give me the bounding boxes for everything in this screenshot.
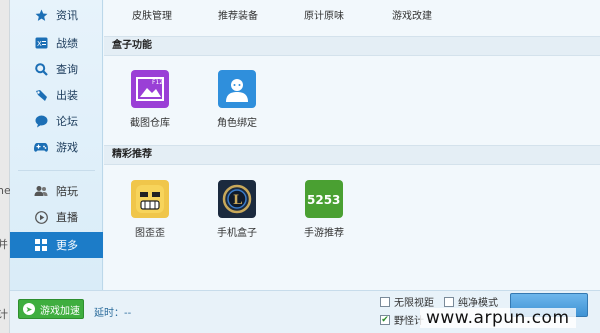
pure-mode-checkbox[interactable]: 纯净模式 bbox=[444, 294, 498, 309]
game-accelerate-button[interactable]: ➤ 游戏加速 bbox=[18, 299, 84, 319]
play-icon bbox=[34, 210, 48, 224]
checkbox-box[interactable] bbox=[380, 296, 390, 307]
grid-icon bbox=[34, 238, 48, 252]
tile-role-binding[interactable]: 角色绑定 bbox=[207, 70, 267, 129]
sidebar-item-companion[interactable]: 陪玩 bbox=[10, 178, 103, 204]
sidebar-item-build[interactable]: 出装 bbox=[10, 82, 103, 108]
checkbox-label: 纯净模式 bbox=[458, 298, 498, 309]
sidebar-item-label: 查询 bbox=[56, 63, 78, 76]
tile-label: 图歪歪 bbox=[135, 228, 165, 239]
sidebar-item-forum[interactable]: 论坛 bbox=[10, 108, 103, 134]
lol-logo-icon: L bbox=[218, 180, 256, 218]
tile-screenshot-gallery[interactable]: F12 截图仓库 bbox=[120, 70, 180, 129]
sidebar-item-label: 资讯 bbox=[56, 9, 78, 22]
checkbox-label: 无限视距 bbox=[394, 298, 434, 309]
sidebar-divider bbox=[18, 170, 95, 171]
checkbox-box[interactable] bbox=[444, 296, 454, 307]
funny-face-icon bbox=[131, 180, 169, 218]
sidebar-item-label: 直播 bbox=[56, 211, 78, 224]
gamepad-icon bbox=[34, 140, 48, 154]
tool-links-row: 皮肤管理 推荐装备 原计原味 游戏改建 bbox=[104, 0, 600, 30]
sidebar: 资讯 X 战绩 查询 出装 论坛 游戏 陪玩 直播 更多 bbox=[10, 0, 103, 290]
link-game-mod[interactable]: 游戏改建 bbox=[392, 7, 432, 22]
tile-mobile-games[interactable]: 5253 手游推荐 bbox=[294, 180, 354, 239]
accelerate-icon: ➤ bbox=[23, 303, 35, 315]
user-avatar-icon bbox=[218, 70, 256, 108]
checkbox-box[interactable]: ✔ bbox=[380, 314, 390, 325]
unlimited-view-checkbox[interactable]: 无限视距 bbox=[380, 294, 434, 309]
chat-bubble-icon bbox=[34, 114, 48, 128]
sidebar-item-live[interactable]: 直播 bbox=[10, 204, 103, 230]
lol-badge: L bbox=[233, 193, 242, 208]
sidebar-item-more[interactable]: 更多 bbox=[10, 232, 103, 258]
5253-logo-icon: 5253 bbox=[305, 180, 343, 218]
link-recommended-build[interactable]: 推荐装备 bbox=[218, 7, 258, 22]
svg-text:X: X bbox=[37, 40, 42, 48]
5253-badge: 5253 bbox=[307, 193, 340, 207]
tile-label: 手机盒子 bbox=[217, 228, 257, 239]
search-icon bbox=[34, 62, 48, 76]
tile-funny-face[interactable]: 图歪歪 bbox=[120, 180, 180, 239]
scoreboard-icon: X bbox=[34, 36, 48, 50]
sidebar-item-label: 论坛 bbox=[56, 115, 78, 128]
sidebar-item-label: 陪玩 bbox=[56, 185, 78, 198]
equipment-icon bbox=[34, 88, 48, 102]
star-icon bbox=[34, 8, 48, 22]
accelerate-label: 游戏加速 bbox=[40, 305, 80, 317]
section-header-box: 盒子功能 bbox=[104, 36, 600, 56]
sidebar-item-game[interactable]: 游戏 bbox=[10, 134, 103, 160]
link-skin-manager[interactable]: 皮肤管理 bbox=[132, 7, 172, 22]
stray-text-2: 并 bbox=[0, 238, 8, 251]
sidebar-item-label: 战绩 bbox=[56, 37, 78, 50]
sidebar-item-query[interactable]: 查询 bbox=[10, 56, 103, 82]
sidebar-item-record[interactable]: X 战绩 bbox=[10, 30, 103, 56]
main-panel: 皮肤管理 推荐装备 原计原味 游戏改建 盒子功能 F12 截图仓库 角色绑定 精… bbox=[104, 0, 600, 290]
section-header-featured: 精彩推荐 bbox=[104, 145, 600, 165]
screenshot-gallery-icon: F12 bbox=[131, 70, 169, 108]
tile-label: 角色绑定 bbox=[217, 118, 257, 129]
sidebar-item-label: 出装 bbox=[56, 89, 78, 102]
people-icon bbox=[34, 184, 48, 198]
background-window-edge: he 并 计 bbox=[0, 0, 11, 333]
latency-readout: 延时：-- bbox=[94, 308, 132, 319]
link-original-flavor[interactable]: 原计原味 bbox=[304, 7, 344, 22]
sidebar-item-label: 游戏 bbox=[56, 141, 78, 154]
site-watermark: www.arpun.com bbox=[420, 308, 576, 328]
tile-mobile-box[interactable]: L 手机盒子 bbox=[207, 180, 267, 239]
f12-badge: F12 bbox=[152, 79, 163, 86]
sidebar-item-news[interactable]: 资讯 bbox=[10, 2, 103, 28]
jungle-timer-checkbox[interactable]: ✔ 野怪计 bbox=[380, 312, 424, 327]
sidebar-item-label: 更多 bbox=[56, 239, 78, 252]
tile-label: 截图仓库 bbox=[130, 118, 170, 129]
tile-label: 手游推荐 bbox=[304, 228, 344, 239]
stray-text-3: 计 bbox=[0, 308, 8, 321]
